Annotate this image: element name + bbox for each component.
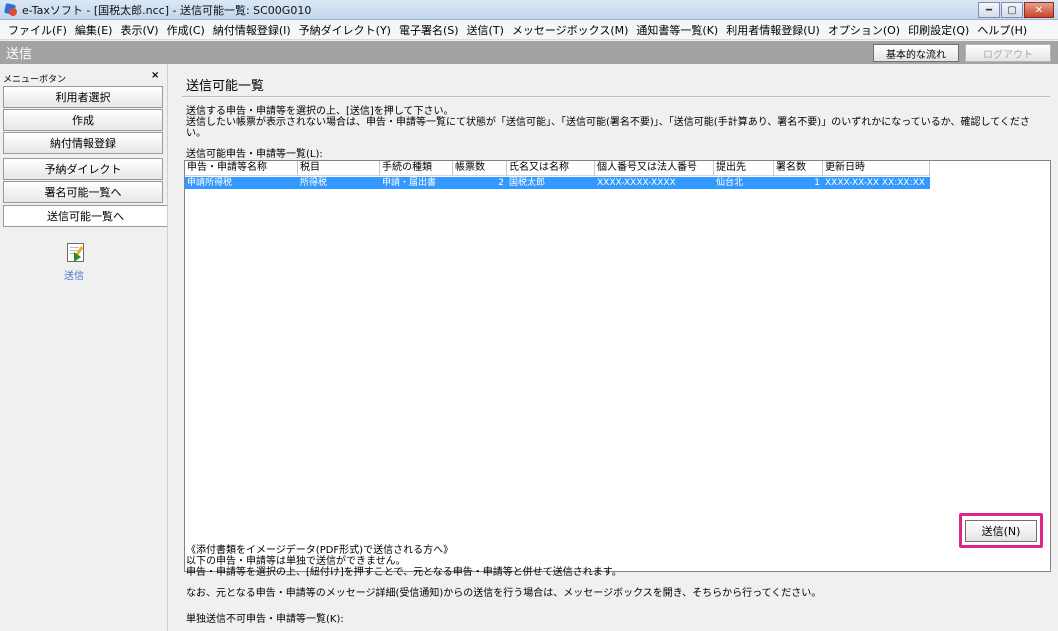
col-header-id-number[interactable]: 個人番号又は法人番号 (595, 161, 714, 176)
section-title: 送信 (6, 47, 33, 62)
basic-flow-button[interactable]: 基本的な流れ (873, 44, 959, 62)
col-header-form-count[interactable]: 帳票数 (453, 161, 507, 176)
pdf-note-line-2: 申告・申請等を選択の上、[紐付け]を押すことで、元となる申告・申請等と併せて送信… (186, 567, 622, 578)
arrow-right-icon (74, 252, 81, 262)
window-controls: ━ ▢ ✕ (977, 2, 1054, 18)
cell-form-count: 2 (498, 178, 504, 188)
pdf-note-line-1: 以下の申告・申請等は単独で送信ができません。 (186, 556, 406, 567)
list-header: 申告・申請等名称 税目 手続の種類 帳票数 氏名又は名称 個人番号又は法人番号 … (185, 161, 930, 176)
maximize-button[interactable]: ▢ (1001, 2, 1023, 18)
menu-view[interactable]: 表示(V) (116, 22, 162, 38)
menu-panel-close-icon[interactable]: × (151, 70, 159, 81)
col-header-name[interactable]: 申告・申請等名称 (185, 161, 298, 176)
menu-yono-direct[interactable]: 予納ダイレクト(Y) (295, 22, 395, 38)
close-window-button[interactable]: ✕ (1024, 2, 1054, 18)
col-header-destination[interactable]: 提出先 (714, 161, 774, 176)
cell-updated-at: XXXX-XX-XX XX:XX:XX (825, 178, 925, 188)
menu-notice-list[interactable]: 通知書等一覧(K) (632, 22, 722, 38)
menu-message-box[interactable]: メッセージボックス(M) (508, 22, 633, 38)
table-row[interactable]: 申請所得税 所得税 申請・届出書 2 国税太郎 XXXX-XXXX-XXXX 仙… (185, 177, 930, 189)
cell-id-number: XXXX-XXXX-XXXX (597, 178, 676, 188)
col-header-tax-item[interactable]: 税目 (298, 161, 380, 176)
instruction-line-2: 送信したい帳票が表示されない場合は、申告・申請等一覧にて状態が「送信可能」、「送… (186, 117, 1030, 139)
menu-panel: メニューボタン × 利用者選択 作成 納付情報登録 予納ダイレクト 署名可能一覧… (0, 64, 168, 631)
minimize-button[interactable]: ━ (978, 2, 1000, 18)
menu-file[interactable]: ファイル(F) (4, 22, 71, 38)
message-box-note: なお、元となる申告・申請等のメッセージ詳細(受信通知)からの送信を行う場合は、メ… (186, 588, 822, 599)
title-divider (182, 96, 1050, 97)
pdf-note-heading: 《添付書類をイメージデータ(PDF形式)で送信される方へ》 (186, 545, 454, 556)
nav-sendable-list-button[interactable]: 送信可能一覧へ (3, 205, 167, 227)
col-header-taxpayer-name[interactable]: 氏名又は名称 (507, 161, 595, 176)
menu-create[interactable]: 作成(C) (163, 22, 209, 38)
nav-signable-list-button[interactable]: 署名可能一覧へ (3, 181, 163, 203)
page-title: 送信可能一覧 (186, 79, 265, 94)
cell-taxpayer-name: 国税太郎 (509, 178, 546, 188)
cell-signature-count: 1 (814, 178, 820, 188)
send-icon[interactable] (65, 242, 89, 264)
cell-destination: 仙台北 (716, 178, 744, 188)
send-button[interactable]: 送信(N) (965, 520, 1037, 542)
menu-send[interactable]: 送信(T) (463, 22, 508, 38)
logout-button[interactable]: ログアウト (965, 44, 1051, 62)
standalone-list-label: 単独送信不可申告・申請等一覧(K): (186, 614, 344, 625)
menu-options[interactable]: オプション(O) (824, 22, 904, 38)
nav-yono-direct-button[interactable]: 予納ダイレクト (3, 158, 163, 180)
sendable-list[interactable]: 申告・申請等名称 税目 手続の種類 帳票数 氏名又は名称 個人番号又は法人番号 … (184, 160, 1051, 572)
nav-create-button[interactable]: 作成 (3, 109, 163, 131)
window-titlebar: e-Taxソフト - [国税太郎.ncc] - 送信可能一覧: SC00G010… (0, 0, 1058, 20)
app-logo-icon (4, 3, 18, 17)
cell-tax-item: 所得税 (300, 178, 328, 188)
cell-procedure: 申請・届出書 (382, 178, 437, 188)
cell-name: 申請所得税 (187, 178, 233, 188)
menu-panel-heading: メニューボタン (3, 75, 67, 85)
section-header: 送信 基本的な流れ ログアウト (0, 41, 1058, 64)
col-header-signature-count[interactable]: 署名数 (774, 161, 823, 176)
menu-edit[interactable]: 編集(E) (71, 22, 117, 38)
col-header-updated-at[interactable]: 更新日時 (823, 161, 930, 176)
send-icon-label[interactable]: 送信 (64, 267, 84, 282)
instruction-line-1: 送信する申告・申請等を選択の上、[送信]を押して下さい。 (186, 106, 454, 117)
main-content: 送信可能一覧 送信する申告・申請等を選択の上、[送信]を押して下さい。 送信した… (170, 64, 1058, 631)
instructions: 送信する申告・申請等を選択の上、[送信]を押して下さい。 送信したい帳票が表示さ… (186, 106, 1046, 139)
col-header-procedure[interactable]: 手続の種類 (380, 161, 453, 176)
menu-print-settings[interactable]: 印刷設定(Q) (904, 22, 973, 38)
sendable-list-label: 送信可能申告・申請等一覧(L): (186, 149, 323, 160)
nav-user-select-button[interactable]: 利用者選択 (3, 86, 163, 108)
menu-payment-info[interactable]: 納付情報登録(I) (209, 22, 295, 38)
window-title: e-Taxソフト - [国税太郎.ncc] - 送信可能一覧: SC00G010 (22, 3, 312, 17)
menu-bar: ファイル(F) 編集(E) 表示(V) 作成(C) 納付情報登録(I) 予納ダイ… (0, 20, 1058, 40)
menu-e-signature[interactable]: 電子署名(S) (395, 22, 463, 38)
nav-payment-info-button[interactable]: 納付情報登録 (3, 132, 163, 154)
menu-help[interactable]: ヘルプ(H) (973, 22, 1031, 38)
menu-user-info[interactable]: 利用者情報登録(U) (722, 22, 824, 38)
